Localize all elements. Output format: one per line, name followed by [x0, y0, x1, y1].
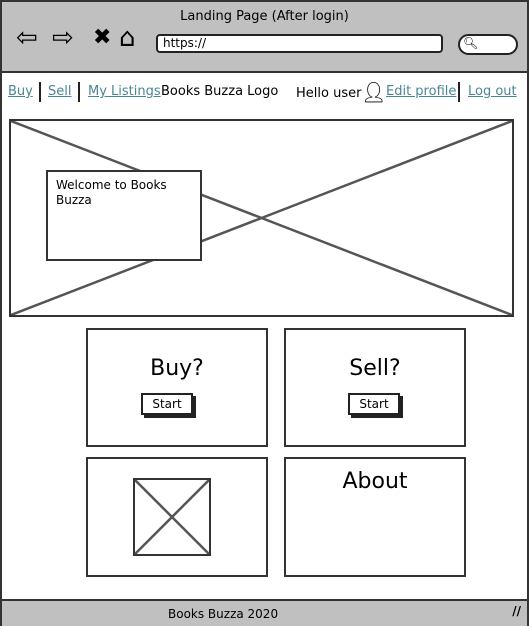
forward-icon[interactable]: ⇨: [52, 24, 74, 52]
edit-profile-link[interactable]: Edit profile: [386, 84, 456, 99]
buy-start-button[interactable]: Start: [141, 393, 193, 415]
window-title: Landing Page (After login): [180, 9, 349, 24]
welcome-panel: Welcome to Books Buzza: [46, 170, 202, 261]
home-icon[interactable]: ⌂: [119, 24, 136, 52]
nav-my-listings-link[interactable]: My Listings: [88, 84, 161, 99]
greeting: Hello user: [296, 86, 362, 101]
back-icon[interactable]: ⇦: [16, 24, 38, 52]
footer: Books Buzza 2020 //: [2, 599, 527, 626]
footer-text: Books Buzza 2020: [168, 607, 279, 621]
search-input[interactable]: 🔍︎: [458, 34, 518, 55]
search-icon: 🔍︎: [463, 36, 479, 50]
logo: Books Buzza Logo: [161, 84, 279, 99]
image-card: [86, 457, 268, 577]
url-input[interactable]: https://: [156, 34, 443, 53]
buy-card: Buy? Start: [86, 328, 268, 447]
sell-start-button[interactable]: Start: [348, 393, 400, 415]
divider: [458, 82, 460, 102]
user-icon: 👤︎: [361, 80, 387, 104]
buy-title: Buy?: [150, 356, 204, 381]
nav-buy-link[interactable]: Buy: [8, 84, 33, 99]
logout-link[interactable]: Log out: [468, 84, 517, 99]
resize-grip-icon[interactable]: //: [512, 604, 521, 618]
nav-sell-link[interactable]: Sell: [48, 84, 71, 99]
divider: [39, 82, 41, 102]
about-card[interactable]: About: [284, 457, 466, 577]
image-placeholder: [133, 478, 211, 556]
sell-title: Sell?: [349, 356, 401, 381]
close-icon[interactable]: ✖: [93, 24, 111, 52]
browser-chrome: Landing Page (After login) ⇦ ⇨ ✖ ⌂ https…: [2, 2, 527, 73]
divider: [78, 82, 80, 102]
sell-card: Sell? Start: [284, 328, 466, 447]
browser-window: Landing Page (After login) ⇦ ⇨ ✖ ⌂ https…: [0, 0, 529, 626]
about-title: About: [342, 469, 408, 494]
